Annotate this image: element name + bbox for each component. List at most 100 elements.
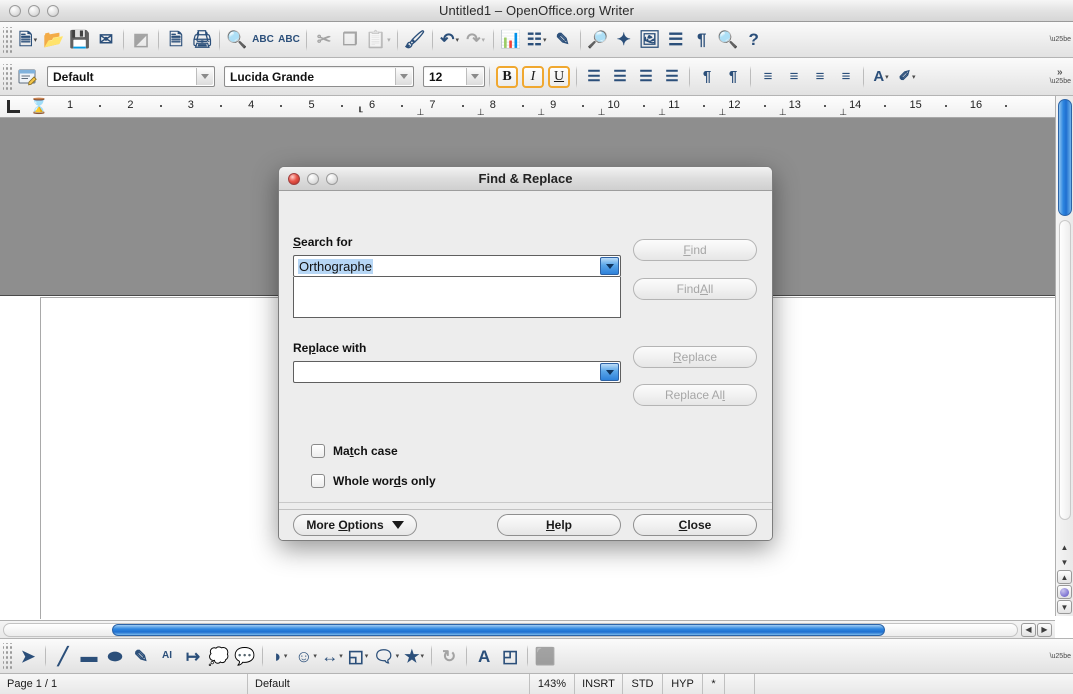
export-pdf-icon[interactable]: 🗎 — [163, 25, 189, 55]
block-arrows-dropdown-arrow[interactable]: ▾ — [339, 652, 343, 660]
formatting-marks-icon[interactable]: ¶ — [689, 25, 715, 55]
freeform-line-tool-icon[interactable]: ✎ — [128, 641, 154, 671]
navigator-icon[interactable]: ☰ — [663, 25, 689, 55]
ruler-tab-stop[interactable]: ⊥ — [658, 107, 666, 118]
paragraph-style-dropdown-arrow[interactable] — [196, 68, 213, 85]
help-icon[interactable]: ? — [741, 25, 767, 55]
new-document-icon[interactable]: 🗎 ▾ — [15, 25, 41, 55]
save-document-icon[interactable]: 💾 — [67, 25, 93, 55]
status-selection-mode[interactable]: STD — [623, 674, 663, 694]
callout-shapes-dropdown-arrow[interactable]: ▾ — [396, 652, 400, 660]
replace-button[interactable]: Replace — [633, 346, 757, 368]
stars-shapes-icon[interactable]: ★ ▾ — [401, 641, 427, 671]
help-button[interactable]: Help — [497, 514, 621, 536]
text-callout-icon[interactable]: 💬 — [232, 641, 258, 671]
symbol-shapes-icon[interactable]: ☺ ▾ — [293, 641, 319, 671]
insert-special-character-icon[interactable]: ✦ — [611, 25, 637, 55]
find-and-replace-icon[interactable]: 🔎 — [585, 25, 611, 55]
horizontal-ruler[interactable]: ⌛ 1 2 3 4 5 6 7 8 9 10 11 12 13 14 15 16 ┖ ⊥ ⊥ ⊥ ⊥ ⊥ ⊥ ⊥ ⊥ — [0, 96, 1073, 118]
indent-marker-icon[interactable]: ⌛ — [26, 96, 52, 117]
new-document-dropdown-arrow[interactable]: ▾ — [34, 36, 38, 44]
font-color-icon[interactable]: A ▾ — [868, 62, 894, 92]
scroll-left-arrow[interactable]: ◀ — [1021, 622, 1036, 637]
ruler-tab-stop[interactable]: ┖ — [357, 107, 362, 118]
dialog-titlebar[interactable]: Find & Replace — [279, 167, 772, 191]
ruler-tab-stop[interactable]: ⊥ — [779, 107, 787, 118]
match-case-checkbox[interactable]: Match case — [311, 444, 398, 458]
horizontal-scrollbar-thumb[interactable] — [112, 623, 885, 636]
next-page-button[interactable]: ▼ — [1057, 600, 1072, 614]
ltr-paragraph-icon[interactable]: ¶ — [694, 62, 720, 92]
basic-shapes-dropdown-arrow[interactable]: ▾ — [284, 652, 288, 660]
page-preview-icon[interactable]: 🔍 — [224, 25, 250, 55]
status-zoom[interactable]: 143% — [530, 674, 575, 694]
gallery-toggle-icon[interactable]: ◰ — [497, 641, 523, 671]
ellipse-tool-icon[interactable]: ⬬ — [102, 641, 128, 671]
vertical-scrollbar-thumb[interactable] — [1058, 99, 1072, 216]
navigation-button[interactable] — [1057, 585, 1072, 599]
flowchart-shapes-icon[interactable]: ◱ ▾ — [345, 641, 371, 671]
undo-icon[interactable]: ↶ ▾ — [437, 25, 463, 55]
insert-table-icon[interactable]: ☷ ▾ — [524, 25, 550, 55]
select-tool-icon[interactable]: ➤ — [15, 641, 41, 671]
ruler-tab-stop[interactable]: ⊥ — [477, 107, 485, 118]
close-button-dialog[interactable]: Close — [633, 514, 757, 536]
rectangle-tool-icon[interactable]: ▬ — [76, 641, 102, 671]
scroll-right-arrow[interactable]: ▶ — [1037, 622, 1052, 637]
horizontal-scrollbar-track[interactable] — [3, 622, 1018, 637]
font-size-dropdown-arrow[interactable] — [466, 68, 483, 85]
paragraph-style-combobox[interactable]: Default — [47, 66, 215, 87]
vertical-scrollbar[interactable]: ▲ ▼ ▲ ▼ — [1055, 96, 1073, 616]
fontwork-tool-icon[interactable]: AI — [154, 641, 180, 671]
callout-tool-icon[interactable]: 💭 — [206, 641, 232, 671]
standard-toolbar-overflow[interactable]: \u25be — [1049, 22, 1071, 57]
align-center-icon[interactable]: ☰ — [607, 62, 633, 92]
status-hyperlink-mode[interactable]: HYP — [663, 674, 703, 694]
replace-all-button[interactable]: Replace Al l — [633, 384, 757, 406]
ordered-list-icon[interactable]: ≡ — [755, 62, 781, 92]
callout-shapes-icon[interactable]: 🗨 ▾ — [371, 641, 401, 671]
ruler-tab-stop[interactable]: ⊥ — [839, 107, 847, 118]
search-history-list[interactable] — [293, 277, 621, 318]
gallery-icon[interactable]: 🖼 — [637, 25, 663, 55]
redo-dropdown-arrow[interactable]: ▾ — [482, 36, 486, 44]
paste-dropdown-arrow[interactable]: ▾ — [387, 36, 391, 44]
more-options-button[interactable]: More Options — [293, 514, 417, 536]
ruler-tab-stop[interactable]: ⊥ — [416, 107, 424, 118]
search-dropdown-arrow[interactable] — [600, 257, 619, 275]
flowchart-shapes-dropdown-arrow[interactable]: ▾ — [365, 652, 369, 660]
replace-dropdown-arrow[interactable] — [600, 363, 619, 381]
vertical-scrollbar-track[interactable] — [1059, 220, 1071, 520]
print-file-icon[interactable]: 🖨 — [189, 25, 215, 55]
stars-shapes-dropdown-arrow[interactable]: ▾ — [420, 652, 424, 660]
spelling-check-icon[interactable]: ABC — [250, 25, 276, 55]
unordered-list-icon[interactable]: ≡ — [781, 62, 807, 92]
insert-chart-icon[interactable]: 📊 — [498, 25, 524, 55]
autospellcheck-icon[interactable]: ABC — [276, 25, 302, 55]
block-arrows-icon[interactable]: ↔ ▾ — [319, 641, 345, 671]
find-all-button[interactable]: Find All — [633, 278, 757, 300]
insert-table-dropdown-arrow[interactable]: ▾ — [543, 36, 547, 44]
whole-words-only-checkbox[interactable]: Whole words only — [311, 474, 436, 488]
search-input[interactable]: Orthographe — [293, 255, 621, 277]
align-right-icon[interactable]: ☰ — [633, 62, 659, 92]
font-name-dropdown-arrow[interactable] — [395, 68, 412, 85]
align-justified-icon[interactable]: ☰ — [659, 62, 685, 92]
tab-stop-selector-icon[interactable] — [0, 96, 26, 117]
whole-words-only-box[interactable] — [311, 474, 325, 488]
dimension-line-icon[interactable]: ↦ — [180, 641, 206, 671]
formatting-toolbar-overflow[interactable]: » \u25be — [1049, 58, 1071, 95]
decrease-indent-icon[interactable]: ≡ — [807, 62, 833, 92]
align-left-icon[interactable]: ☰ — [581, 62, 607, 92]
text-box-icon[interactable]: A — [471, 641, 497, 671]
paragraph-style-icon[interactable] — [15, 62, 41, 92]
replace-input[interactable] — [293, 361, 621, 383]
previous-page-button[interactable]: ▲ — [1057, 570, 1072, 584]
rtl-paragraph-icon[interactable]: ¶ — [720, 62, 746, 92]
highlighting-icon[interactable]: ✐ ▾ — [894, 62, 920, 92]
ruler-tab-stop[interactable]: ⊥ — [718, 107, 726, 118]
symbol-shapes-dropdown-arrow[interactable]: ▾ — [313, 652, 317, 660]
zoom-icon[interactable]: 🔍 — [715, 25, 741, 55]
font-name-combobox[interactable]: Lucida Grande — [224, 66, 414, 87]
italic-button[interactable]: I — [520, 62, 546, 92]
